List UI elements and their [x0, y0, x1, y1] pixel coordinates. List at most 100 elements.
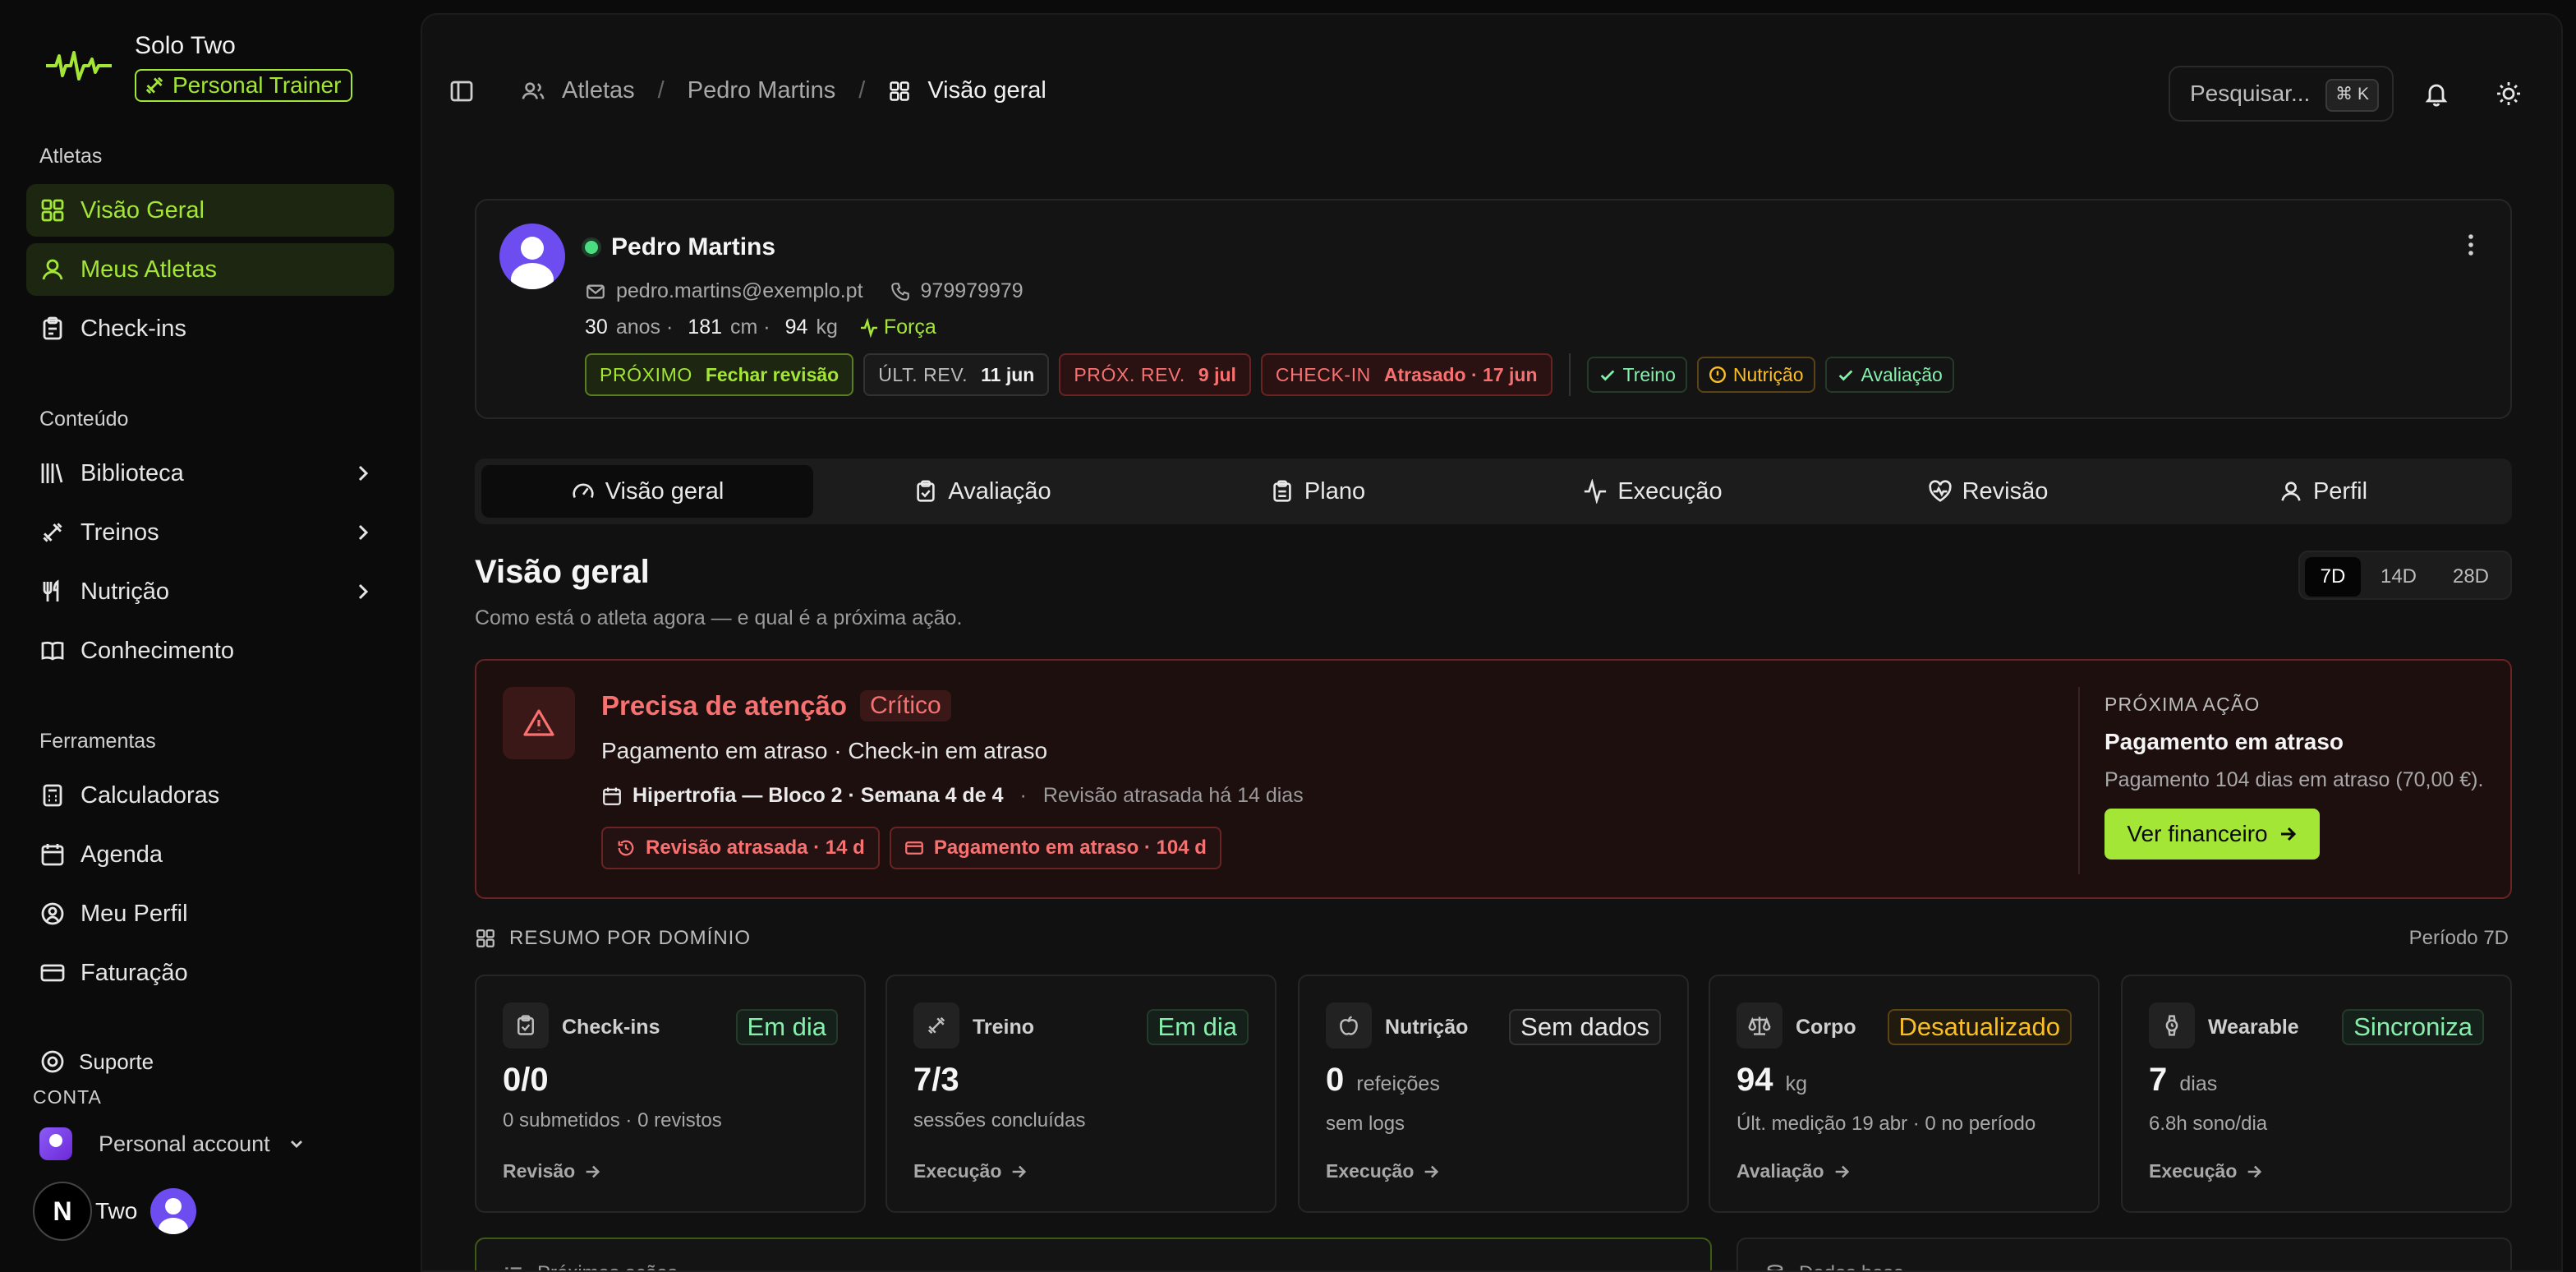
clipboard-check-icon [503, 1002, 549, 1048]
chevron-down-icon [290, 1141, 302, 1148]
chip-prox-rev: PRÓX. REV. 9 jul [1059, 353, 1251, 396]
next-actions-card: Próximas ações [475, 1237, 1712, 1270]
tab-visao-geral[interactable]: Visão geral [481, 465, 813, 518]
account-name: Personal account [99, 1131, 270, 1156]
search-input[interactable]: Pesquisar... ⌘ K [2169, 66, 2394, 122]
sidebar-item-label: Nutrição [80, 578, 169, 605]
sidebar-item-visao-geral[interactable]: Visão Geral [26, 184, 394, 237]
main-panel: Atletas / Pedro Martins / Visão geral Pe… [421, 13, 2563, 1272]
athlete-phone[interactable]: 979979979 [921, 279, 1024, 303]
more-vertical-icon[interactable] [2468, 233, 2474, 256]
sidebar-item-calculadoras[interactable]: Calculadoras [26, 769, 394, 822]
sidebar-item-treinos[interactable]: Treinos [26, 506, 394, 559]
clipboard-check-icon [917, 480, 936, 502]
warning-triangle-icon [523, 709, 554, 736]
range-14d[interactable]: 14D [2367, 557, 2430, 597]
sidebar-item-faturacao[interactable]: Faturação [26, 947, 394, 999]
base-data-card: Dados base [1736, 1237, 2512, 1270]
tab-avaliacao[interactable]: Avaliação [816, 465, 1148, 518]
tab-revisao[interactable]: Revisão [1822, 465, 2154, 518]
sidebar-item-biblioteca[interactable]: Biblioteca [26, 447, 394, 500]
status-badge: Desatualizado [1887, 1009, 2072, 1045]
tab-perfil[interactable]: Perfil [2157, 465, 2489, 518]
status-treino: Treino [1586, 357, 1687, 393]
card-link-avaliacao[interactable]: Avaliação [1736, 1160, 1851, 1182]
account-avatar [39, 1127, 72, 1160]
sidebar-item-agenda[interactable]: Agenda [26, 828, 394, 881]
pulse-logo-icon [46, 49, 112, 82]
card-value: 0 refeições [1326, 1062, 1440, 1098]
sidebar-item-label: Biblioteca [80, 459, 184, 486]
breadcrumb-atletas[interactable]: Atletas [562, 77, 635, 104]
divider [1568, 353, 1571, 396]
card-link-execucao[interactable]: Execução [2149, 1160, 2263, 1182]
card-value: 7/3 [913, 1062, 959, 1098]
chip-check-in: CHECK-IN Atrasado · 17 jun [1260, 353, 1552, 396]
chevron-right-icon [358, 465, 369, 482]
sidebar-item-meus-atletas[interactable]: Meus Atletas [26, 243, 394, 296]
range-7d[interactable]: 7D [2305, 557, 2361, 597]
dumbbell-icon [145, 76, 163, 94]
sidebar-item-label: Calculadoras [80, 781, 220, 809]
topbar: Atletas / Pedro Martins / Visão geral Pe… [422, 15, 2561, 173]
activity-icon [1585, 479, 1607, 504]
clipboard-list-icon [1273, 480, 1291, 502]
status-nutricao: Nutrição [1696, 357, 1815, 393]
account-switcher[interactable]: Personal account [39, 1127, 306, 1160]
credit-card-icon [904, 841, 923, 855]
sidebar-item-check-ins[interactable]: Check-ins [26, 302, 394, 355]
sidebar-item-conhecimento[interactable]: Conhecimento [26, 624, 394, 677]
card-link-revisao[interactable]: Revisão [503, 1160, 601, 1182]
next-action: PRÓXIMA AÇÃO Pagamento em atraso Pagamen… [2104, 694, 2483, 860]
sidebar-item-label: Conhecimento [80, 637, 234, 664]
mail-icon [586, 284, 605, 298]
n-badge[interactable]: N [33, 1182, 92, 1241]
card-link-execucao[interactable]: Execução [913, 1160, 1028, 1182]
breadcrumb-separator: / [657, 77, 665, 104]
gauge-icon [573, 483, 594, 499]
brand[interactable]: Solo Two Personal Trainer [46, 30, 353, 102]
sun-icon[interactable] [2496, 81, 2522, 107]
book-icon [41, 641, 64, 661]
bell-icon[interactable] [2423, 81, 2450, 107]
tab-execucao[interactable]: Execução [1487, 465, 1819, 518]
sidebar-toggle-icon[interactable] [448, 78, 475, 104]
section-label-conteudo: Conteúdo [39, 408, 129, 431]
ver-financeiro-button[interactable]: Ver financeiro [2104, 809, 2320, 860]
domain-card-wearable: Wearable Sincroniza 7 dias 6.8h sono/dia… [2121, 975, 2512, 1213]
sidebar-item-label: Visão Geral [80, 196, 205, 224]
card-link-execucao[interactable]: Execução [1326, 1160, 1440, 1182]
chip-proximo[interactable]: PRÓXIMO Fechar revisão [585, 353, 854, 396]
domain-card-check-ins: Check-ins Em dia 0/0 0 submetidos · 0 re… [475, 975, 866, 1213]
sidebar-item-label: Treinos [80, 518, 159, 546]
sidebar-item-nutricao[interactable]: Nutrição [26, 565, 394, 618]
page-title: Visão geral [475, 554, 650, 590]
apple-icon [1326, 1002, 1372, 1048]
history-icon [618, 840, 634, 856]
athlete-contact: pedro.martins@exemplo.pt 979979979 [585, 279, 1024, 303]
footer-user[interactable]: N Two [33, 1182, 197, 1241]
app-name: Solo Two [135, 32, 236, 59]
alert-chips: Revisão atrasada · 14 d Pagamento em atr… [601, 827, 1221, 869]
tab-plano[interactable]: Plano [1152, 465, 1484, 518]
card-value: 0/0 [503, 1062, 549, 1098]
athlete-tabs: Visão geral Avaliação Plano Execução Rev… [475, 459, 2512, 524]
range-selector: 7D 14D 28D [2298, 551, 2512, 600]
breadcrumb-athlete[interactable]: Pedro Martins [688, 77, 836, 104]
grid-icon [890, 81, 910, 101]
breadcrumb-current: Visão geral [927, 77, 1046, 104]
range-28d[interactable]: 28D [2436, 557, 2505, 597]
sidebar-item-meu-perfil[interactable]: Meu Perfil [26, 887, 394, 940]
chip-ult-rev: ÚLT. REV. 11 jun [863, 353, 1050, 396]
avatar[interactable] [150, 1188, 197, 1234]
status-badge: Sincroniza [2342, 1009, 2484, 1045]
breadcrumb-separator: / [858, 77, 866, 104]
support-link[interactable]: Suporte [39, 1048, 154, 1075]
alert-summary: Pagamento em atraso · Check-in em atraso [601, 738, 1048, 763]
focus-tag: Força [859, 316, 936, 339]
status-avaliacao: Avaliação [1824, 357, 1954, 393]
conta-label: CONTA [33, 1086, 102, 1108]
athlete-email[interactable]: pedro.martins@exemplo.pt [616, 279, 863, 303]
sidebar-item-label: Agenda [80, 841, 163, 868]
check-icon [1838, 370, 1852, 381]
